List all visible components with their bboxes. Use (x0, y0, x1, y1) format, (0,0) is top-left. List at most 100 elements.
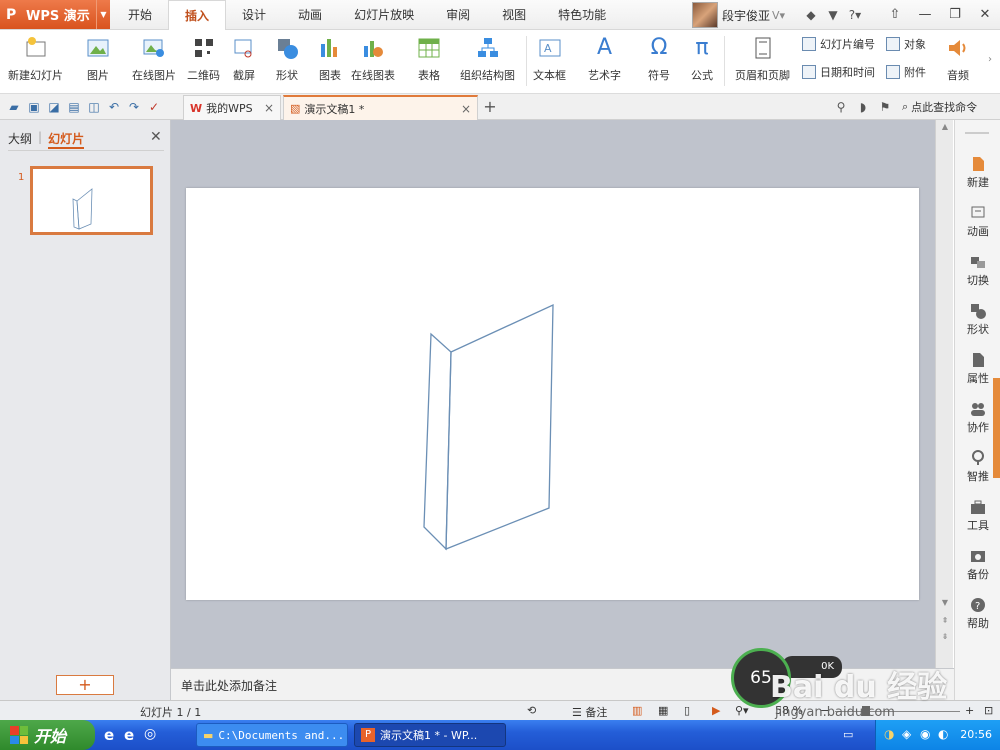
date-time-button[interactable]: 日期和时间 (802, 64, 875, 80)
chevron-down-icon[interactable]: ▼ (96, 0, 110, 29)
fit-window-icon[interactable]: ⊡ (984, 704, 993, 717)
customize-icon[interactable]: ✓ (144, 98, 164, 116)
slide-thumbnail[interactable] (30, 166, 153, 235)
redo-icon[interactable]: ↷ (124, 98, 144, 116)
header-footer-button[interactable]: 页眉和页脚 (735, 32, 790, 90)
chart-button[interactable]: 图表 (318, 32, 342, 90)
table-button[interactable]: 表格 (417, 32, 441, 90)
print-preview-icon[interactable]: ◫ (84, 98, 104, 116)
shirt-icon[interactable]: ▼ (822, 8, 844, 22)
folded-panel-front-face[interactable] (445, 303, 554, 550)
export-pdf-icon[interactable]: ◪ (44, 98, 64, 116)
tab-insert[interactable]: 插入 (168, 0, 227, 31)
smart-hint-icon[interactable]: ⚲▾ (735, 704, 749, 717)
skin-icon[interactable]: ◆ (800, 8, 822, 22)
doc-tab-mywps[interactable]: W 我的WPS × (183, 95, 281, 120)
ie2-icon[interactable]: e (124, 726, 144, 744)
add-slide-button[interactable]: + (56, 675, 114, 695)
rp-transition[interactable]: 切换 (955, 254, 1000, 288)
tab-home[interactable]: 开始 (112, 0, 168, 30)
scroll-up-icon[interactable]: ▲ (936, 122, 954, 131)
shape-button[interactable]: 形状 (275, 32, 299, 90)
user-area[interactable]: 段宇俊亚 V▾ (692, 2, 785, 28)
tab-slideshow[interactable]: 幻灯片放映 (338, 0, 430, 30)
close-icon[interactable]: × (264, 101, 274, 115)
tab-review[interactable]: 审阅 (430, 0, 486, 30)
avatar[interactable] (692, 2, 718, 28)
online-chart-button[interactable]: 在线图表 (351, 32, 395, 90)
normal-view-icon[interactable]: ▥ (632, 704, 642, 717)
rp-help[interactable]: ? 帮助 (955, 597, 1000, 631)
close-button[interactable]: ✕ (970, 0, 1000, 30)
audio-button[interactable]: 音频 (946, 32, 970, 90)
shield-icon[interactable]: ◉ (920, 727, 930, 741)
rp-backup[interactable]: 备份 (955, 548, 1000, 582)
new-slide-button[interactable]: 新建幻灯片 (8, 32, 63, 90)
picture-button[interactable]: 图片 (86, 32, 110, 90)
doc-tab-presentation[interactable]: ▧ 演示文稿1 * × (283, 95, 478, 120)
undo-icon[interactable]: ↶ (104, 98, 124, 116)
object-button[interactable]: 对象 (886, 36, 926, 52)
notes-button[interactable]: ☰ 备注 (572, 704, 607, 720)
user-name[interactable]: 段宇俊亚 (722, 7, 770, 24)
online-picture-button[interactable]: 在线图片 (132, 32, 176, 90)
vertical-scrollbar[interactable]: ▲ ▼ ⇞ ⇟ (935, 120, 953, 668)
symbol-button[interactable]: Ω 符号 (647, 32, 671, 90)
slide[interactable] (186, 188, 919, 600)
tab-animation[interactable]: 动画 (282, 0, 338, 30)
sorter-view-icon[interactable]: ▦ (658, 704, 668, 717)
zoom-in-icon[interactable]: + (965, 704, 974, 717)
scroll-down-icon[interactable]: ▼ (936, 598, 954, 607)
open-folder-icon[interactable]: ▰ (4, 98, 24, 116)
minimize-button[interactable]: — (910, 0, 940, 30)
app-menu-button[interactable]: P WPS 演示 ▼ (0, 0, 110, 29)
new-tab-button[interactable]: + (482, 94, 498, 120)
flag-icon[interactable]: ⚑ (874, 100, 896, 114)
keyboard-icon[interactable]: ▭ (843, 728, 853, 741)
close-icon[interactable]: × (461, 102, 471, 116)
print-icon[interactable]: ▤ (64, 98, 84, 116)
pane-expand-handle[interactable] (993, 378, 1000, 478)
textbox-button[interactable]: A 文本框 (533, 32, 566, 90)
formula-button[interactable]: π 公式 (690, 32, 714, 90)
share-icon[interactable]: ◗ (852, 100, 874, 114)
notes-placeholder[interactable]: 单击此处添加备注 (181, 677, 277, 694)
history-icon[interactable]: ⟲ (527, 704, 536, 717)
tray-icon-2[interactable]: ◈ (902, 727, 911, 741)
slide-number-button[interactable]: 幻灯片编号 (802, 36, 875, 52)
close-icon[interactable]: ✕ (150, 129, 162, 145)
start-button[interactable]: 开始 (0, 720, 95, 750)
rp-shape[interactable]: 形状 (955, 303, 1000, 337)
browser-icon[interactable]: ◎ (144, 726, 164, 744)
ie-icon[interactable]: e (104, 726, 124, 744)
screenshot-button[interactable]: 截屏 (232, 32, 256, 90)
tab-outline[interactable]: 大纲 (8, 130, 32, 149)
tray-icon-1[interactable]: ◑ (884, 727, 894, 741)
tab-view[interactable]: 视图 (486, 0, 542, 30)
help-menu-icon[interactable]: ?▾ (844, 8, 866, 22)
task-wps[interactable]: P 演示文稿1 * - WP... (354, 723, 506, 747)
play-icon[interactable]: ▶ (712, 704, 720, 717)
pin-icon[interactable]: ⚲ (830, 100, 852, 114)
command-search[interactable]: ⌕ 点此查找命令 (902, 98, 977, 116)
org-chart-button[interactable]: 组织结构图 (460, 32, 515, 90)
qrcode-button[interactable]: 二维码 (187, 32, 220, 90)
prev-slide-icon[interactable]: ⇞ (936, 616, 954, 625)
reading-view-icon[interactable]: ▯ (684, 704, 690, 717)
tab-design[interactable]: 设计 (226, 0, 282, 30)
tray-icon-4[interactable]: ◐ (938, 727, 948, 741)
rp-animation[interactable]: 动画 (955, 205, 1000, 239)
next-slide-icon[interactable]: ⇟ (936, 632, 954, 641)
task-explorer[interactable]: ▬ C:\Documents and... (196, 723, 348, 747)
upload-icon[interactable]: ⇧ (880, 0, 910, 30)
rp-new[interactable]: 新建 (955, 156, 1000, 190)
attachment-button[interactable]: 附件 (886, 64, 926, 80)
rp-toolbox[interactable]: 工具 (955, 499, 1000, 533)
ribbon-scroll-right-icon[interactable]: › (988, 54, 992, 65)
panel-divider (8, 150, 164, 151)
tab-special[interactable]: 特色功能 (542, 0, 622, 30)
restore-button[interactable]: ❐ (940, 0, 970, 30)
wordart-button[interactable]: A 艺术字 (588, 32, 621, 90)
save-icon[interactable]: ▣ (24, 98, 44, 116)
tab-slides[interactable]: 幻灯片 (48, 130, 85, 149)
